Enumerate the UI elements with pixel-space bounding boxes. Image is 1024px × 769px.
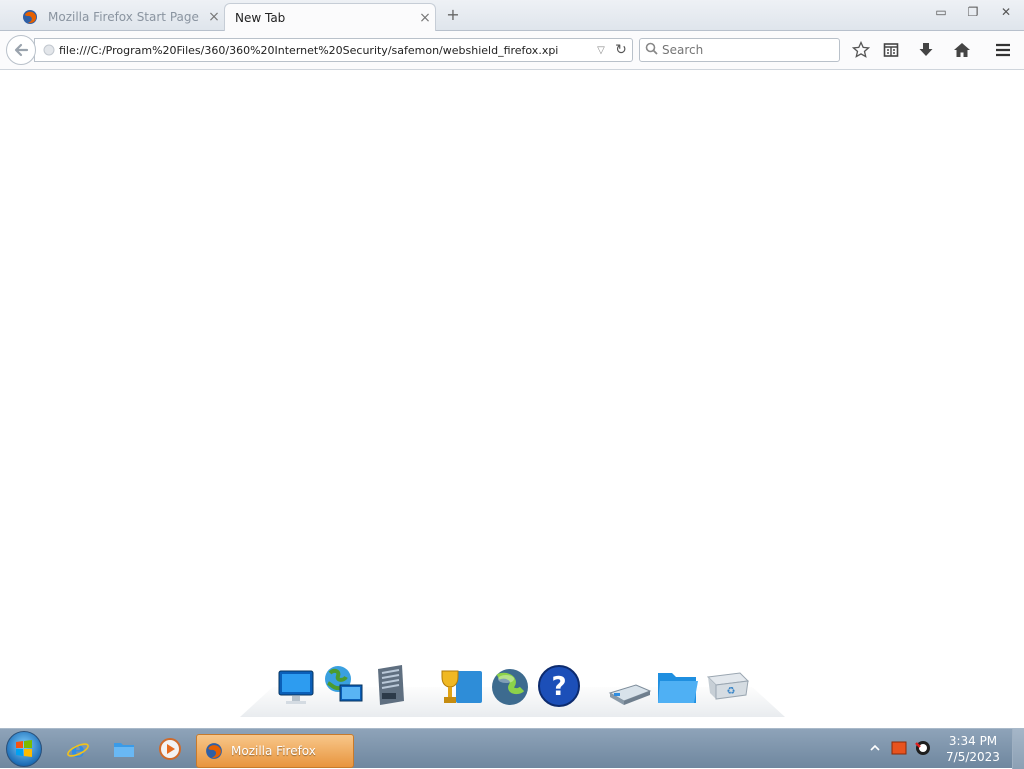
tray-chevron-icon[interactable] — [866, 739, 884, 757]
page-content — [0, 70, 1024, 728]
help-icon[interactable]: ? — [536, 663, 582, 709]
clock-date: 7/5/2023 — [946, 750, 1000, 764]
recycle-bin-icon[interactable]: ♻ — [704, 663, 750, 709]
show-desktop-button[interactable] — [1012, 729, 1024, 769]
url-bar[interactable]: file:///C:/Program%20Files/360/360%20Int… — [34, 38, 633, 62]
desktop-dock: ? ♻ — [240, 655, 785, 717]
reload-icon[interactable]: ↻ — [610, 42, 632, 58]
drive-icon[interactable] — [606, 663, 652, 709]
restore-button[interactable]: ❐ — [958, 2, 988, 22]
internet-explorer-icon[interactable]: e — [64, 735, 92, 763]
server-icon[interactable] — [368, 663, 414, 709]
bookmark-star-icon[interactable] — [850, 39, 872, 61]
reading-list-icon[interactable] — [880, 39, 902, 61]
svg-text:?: ? — [551, 672, 566, 702]
back-arrow-icon — [14, 43, 29, 57]
download-icon[interactable] — [915, 39, 937, 61]
new-tab-button[interactable]: + — [444, 6, 462, 24]
site-identity-icon[interactable] — [39, 40, 59, 60]
firefox-icon — [206, 743, 222, 759]
tab-firefox-start-page[interactable]: Mozilla Firefox Start Page × — [14, 3, 224, 31]
tab-close-icon[interactable]: × — [204, 9, 224, 25]
home-icon[interactable] — [951, 39, 973, 61]
globe-orb-icon[interactable] — [488, 663, 534, 709]
back-button[interactable] — [6, 35, 36, 65]
svg-text:♻: ♻ — [727, 686, 736, 697]
tab-strip: Mozilla Firefox Start Page × New Tab × +… — [0, 0, 1024, 31]
taskbar-firefox-window[interactable]: Mozilla Firefox — [196, 734, 354, 768]
tab-title: New Tab — [235, 10, 286, 25]
url-dropmarker-icon[interactable]: ▽ — [592, 45, 610, 56]
system-clock[interactable]: 3:34 PM 7/5/2023 — [940, 733, 1006, 765]
task-label: Mozilla Firefox — [231, 744, 316, 758]
close-window-button[interactable]: ✕ — [991, 2, 1021, 22]
tab-new-tab[interactable]: New Tab × — [224, 3, 436, 31]
file-explorer-icon[interactable] — [110, 735, 138, 763]
search-input[interactable] — [662, 43, 832, 57]
media-player-icon[interactable] — [156, 735, 184, 763]
monitor-icon[interactable] — [274, 663, 320, 709]
url-text[interactable]: file:///C:/Program%20Files/360/360%20Int… — [59, 44, 592, 57]
search-bar[interactable] — [639, 38, 840, 62]
tray-app-icon[interactable] — [890, 739, 908, 757]
network-globe-icon[interactable] — [320, 663, 366, 709]
search-icon — [640, 42, 662, 59]
tab-title: Mozilla Firefox Start Page — [48, 10, 199, 24]
taskbar: e Mozilla Firefox 3:34 PM 7/5/2023 — [0, 728, 1024, 769]
start-button[interactable] — [6, 731, 42, 767]
start-orb-icon — [16, 740, 32, 757]
trophy-folder-icon[interactable] — [438, 663, 484, 709]
firefox-icon — [23, 10, 37, 24]
tray-security-icon[interactable] — [914, 739, 932, 757]
tab-close-icon[interactable]: × — [415, 10, 435, 26]
folder-icon[interactable] — [654, 663, 700, 709]
menu-icon[interactable] — [992, 39, 1014, 61]
nav-toolbar: file:///C:/Program%20Files/360/360%20Int… — [0, 31, 1024, 70]
clock-time: 3:34 PM — [948, 734, 998, 748]
minimize-button[interactable]: ▭ — [926, 2, 956, 22]
